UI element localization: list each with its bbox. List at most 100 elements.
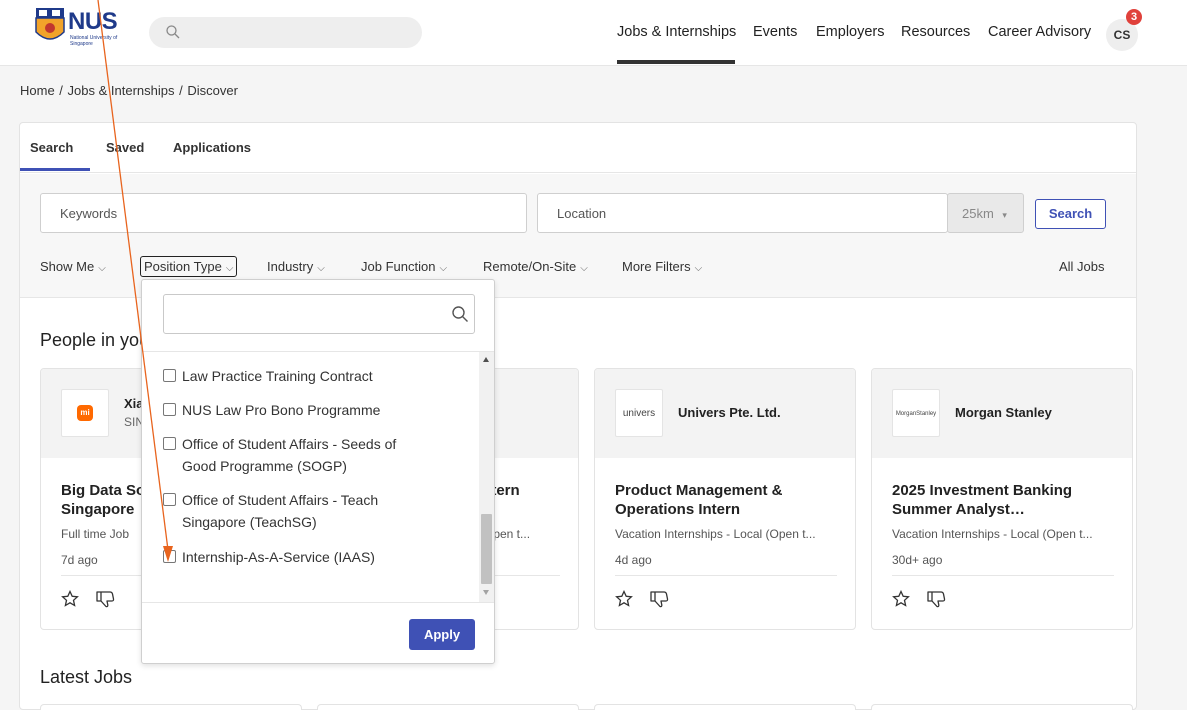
tab-applications[interactable]: Applications bbox=[173, 140, 251, 155]
nav-resources[interactable]: Resources bbox=[901, 24, 970, 40]
option-label: Internship-As-A-Service (IAAS) bbox=[182, 549, 375, 565]
notification-badge: 3 bbox=[1126, 9, 1142, 25]
job-card[interactable]: univers Univers Pte. Ltd. Product Manage… bbox=[594, 368, 856, 630]
search-icon bbox=[452, 306, 468, 322]
tab-bar: Search Saved Applications bbox=[20, 123, 1136, 173]
latest-job-card[interactable] bbox=[40, 704, 302, 710]
job-type: Vacation Internships - Local (Open t... bbox=[615, 527, 816, 541]
job-type: Vacation Internships - Local (Open t... bbox=[892, 527, 1093, 541]
option-label: NUS Law Pro Bono Programme bbox=[182, 402, 381, 418]
filter-label: More Filters bbox=[622, 259, 691, 274]
job-title[interactable]: 2025 Investment Banking Summer Analyst… bbox=[892, 481, 1122, 519]
job-posted-age: 7d ago bbox=[61, 553, 98, 567]
star-icon[interactable] bbox=[892, 590, 910, 608]
nus-crest-icon bbox=[35, 8, 65, 40]
company-logo: MorganStanley bbox=[892, 389, 940, 437]
card-divider bbox=[892, 575, 1114, 576]
option-law-practice-training-contract[interactable]: Law Practice Training Contract bbox=[163, 365, 473, 387]
thumbs-down-icon[interactable] bbox=[95, 590, 115, 608]
company-name: Univers Pte. Ltd. bbox=[678, 405, 781, 420]
filter-label: Remote/On-Site bbox=[483, 259, 577, 274]
apply-button[interactable]: Apply bbox=[409, 619, 475, 650]
filter-label: Position Type bbox=[144, 259, 222, 274]
breadcrumb-home[interactable]: Home bbox=[20, 83, 55, 98]
filter-remote-onsite[interactable]: Remote/On-Site ⌵ bbox=[483, 259, 588, 274]
scroll-up-arrow-icon[interactable] bbox=[483, 357, 489, 362]
search-icon bbox=[166, 25, 180, 39]
filter-show-me[interactable]: Show Me ⌵ bbox=[40, 259, 106, 274]
chevron-down-icon: ⌵ bbox=[694, 263, 703, 274]
star-icon[interactable] bbox=[615, 590, 633, 608]
option-nus-law-pro-bono[interactable]: NUS Law Pro Bono Programme bbox=[163, 399, 473, 421]
logo-subtext: National University of Singapore bbox=[70, 35, 118, 47]
filter-label: Industry bbox=[267, 259, 314, 274]
scroll-down-arrow-icon[interactable] bbox=[483, 590, 489, 595]
chevron-down-icon: ⌵ bbox=[225, 263, 234, 274]
thumbs-down-icon[interactable] bbox=[649, 590, 669, 608]
nav-events[interactable]: Events bbox=[753, 24, 797, 40]
scrollbar-thumb[interactable] bbox=[481, 514, 492, 584]
company-logo: univers bbox=[615, 389, 663, 437]
filter-label: Job Function bbox=[361, 259, 436, 274]
top-navigation-bar: NUS National University of Singapore Job… bbox=[0, 0, 1187, 66]
option-label: Office of Student Affairs - Seeds of Goo… bbox=[182, 436, 397, 474]
dropdown-search-input[interactable] bbox=[163, 294, 475, 334]
keywords-input[interactable]: Keywords bbox=[40, 193, 527, 233]
active-nav-indicator bbox=[617, 60, 735, 64]
option-iaas[interactable]: Internship-As-A-Service (IAAS) bbox=[163, 546, 473, 568]
option-label: Law Practice Training Contract bbox=[182, 368, 373, 384]
option-checkbox[interactable] bbox=[163, 369, 176, 382]
filter-more-filters[interactable]: More Filters ⌵ bbox=[622, 259, 702, 274]
star-icon[interactable] bbox=[61, 590, 79, 608]
radius-select[interactable]: 25km ▾ bbox=[947, 193, 1024, 233]
job-card[interactable]: MorganStanley Morgan Stanley 2025 Invest… bbox=[871, 368, 1133, 630]
breadcrumb-discover: Discover bbox=[187, 83, 238, 98]
nav-employers[interactable]: Employers bbox=[816, 24, 885, 40]
card-divider bbox=[615, 575, 837, 576]
global-search-input[interactable] bbox=[149, 17, 422, 48]
breadcrumb-jobs[interactable]: Jobs & Internships bbox=[68, 83, 175, 98]
latest-job-card[interactable] bbox=[594, 704, 856, 710]
position-type-options: Law Practice Training Contract NUS Law P… bbox=[142, 352, 479, 602]
option-checkbox[interactable] bbox=[163, 403, 176, 416]
location-input[interactable]: Location bbox=[537, 193, 948, 233]
option-osa-teachsg[interactable]: Office of Student Affairs - Teach Singap… bbox=[163, 489, 423, 533]
chevron-down-icon: ⌵ bbox=[580, 263, 588, 274]
company-logo: mi bbox=[61, 389, 109, 437]
position-type-dropdown: Law Practice Training Contract NUS Law P… bbox=[141, 279, 495, 664]
job-posted-age: 4d ago bbox=[615, 553, 652, 567]
tab-search[interactable]: Search bbox=[30, 140, 73, 155]
dropdown-footer-divider bbox=[142, 602, 494, 603]
company-name: Morgan Stanley bbox=[955, 405, 1052, 420]
dropdown-scrollbar[interactable] bbox=[479, 352, 494, 602]
latest-job-card[interactable] bbox=[871, 704, 1133, 710]
all-jobs-link[interactable]: All Jobs bbox=[1059, 259, 1105, 274]
job-posted-age: 30d+ ago bbox=[892, 553, 943, 567]
tab-saved[interactable]: Saved bbox=[106, 140, 144, 155]
filter-position-type[interactable]: Position Type ⌵ bbox=[140, 256, 238, 277]
job-title[interactable]: Product Management & Operations Intern bbox=[615, 481, 845, 519]
thumbs-down-icon[interactable] bbox=[926, 590, 946, 608]
option-checkbox[interactable] bbox=[163, 437, 176, 450]
nav-career-advisory[interactable]: Career Advisory bbox=[988, 24, 1091, 40]
chevron-down-icon: ⌵ bbox=[317, 263, 325, 274]
option-checkbox[interactable] bbox=[163, 550, 176, 563]
latest-job-card[interactable] bbox=[317, 704, 579, 710]
radius-value: 25km bbox=[962, 206, 994, 221]
option-label: Office of Student Affairs - Teach Singap… bbox=[182, 492, 379, 530]
company-logo-mark: mi bbox=[77, 405, 93, 422]
active-tab-indicator bbox=[20, 168, 90, 171]
filter-job-function[interactable]: Job Function ⌵ bbox=[361, 259, 447, 274]
logo-text: NUS bbox=[68, 8, 118, 35]
nus-logo[interactable]: NUS National University of Singapore bbox=[34, 6, 124, 50]
nav-jobs-internships[interactable]: Jobs & Internships bbox=[617, 24, 736, 40]
chevron-down-icon: ▾ bbox=[1002, 210, 1007, 220]
section-title-latest: Latest Jobs bbox=[40, 667, 133, 687]
option-osa-sogp[interactable]: Office of Student Affairs - Seeds of Goo… bbox=[163, 433, 423, 477]
filter-industry[interactable]: Industry ⌵ bbox=[267, 259, 325, 274]
filter-label: Show Me bbox=[40, 259, 95, 274]
chevron-down-icon: ⌵ bbox=[439, 263, 448, 274]
search-button[interactable]: Search bbox=[1035, 199, 1106, 229]
section-title-people: People in you bbox=[40, 330, 150, 350]
option-checkbox[interactable] bbox=[163, 493, 176, 506]
